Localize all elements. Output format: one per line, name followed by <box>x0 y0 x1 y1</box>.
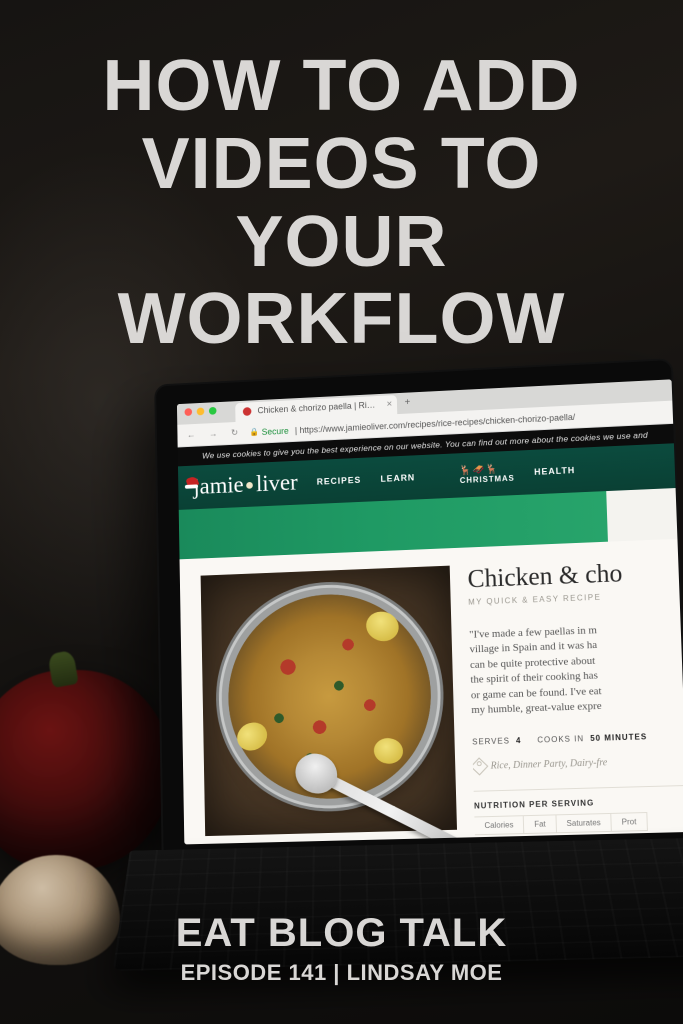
brand-name: EAT BLOG TALK <box>0 911 683 956</box>
cooks-label: COOKS IN <box>537 735 584 745</box>
cooks-value: 50 MINUTES <box>590 733 647 744</box>
site-logo[interactable]: jamie liver <box>191 470 298 500</box>
recipe-title: Chicken & cho <box>467 556 679 594</box>
headline-line-2: VIDEOS TO YOUR <box>40 126 643 282</box>
tab-title: Chicken & chorizo paella | Ri… <box>257 400 375 415</box>
nav-learn[interactable]: LEARN <box>380 473 415 484</box>
nav-recipes[interactable]: RECIPES <box>317 475 362 487</box>
nutrition-cell: Fat <box>523 815 557 835</box>
close-tab-icon[interactable]: × <box>386 399 392 410</box>
logo-text-1: jamie <box>193 472 244 500</box>
headline-line-3: WORKFLOW <box>40 281 643 359</box>
lemon-wedge-icon <box>232 717 271 755</box>
recipe-page: Chicken & cho MY QUICK & EASY RECIPE "I'… <box>180 539 683 845</box>
laptop-screen-bezel: Chicken & chorizo paella | Ri… × + ← → ↻… <box>154 358 683 862</box>
logo-dot-icon <box>246 481 253 488</box>
nutrition-cell: Saturates <box>555 813 612 833</box>
nutrition-heading: NUTRITION PER SERVING <box>474 796 683 811</box>
recipe-tags[interactable]: Rice, Dinner Party, Dairy-fre <box>473 754 683 773</box>
lemon-wedge-icon <box>372 736 405 765</box>
paella-pan <box>227 591 434 802</box>
divider <box>474 785 683 792</box>
nutrition-table: Calories Fat Saturates Prot <box>474 811 683 835</box>
minimize-window-icon[interactable] <box>197 408 205 416</box>
recipe-meta: SERVES 4 COOKS IN 50 MINUTES <box>472 732 683 747</box>
promo-graphic: HOW TO ADD VIDEOS TO YOUR WORKFLOW Chick… <box>0 0 683 1024</box>
footer: EAT BLOG TALK EPISODE 141 | LINDSAY MOE <box>0 911 683 986</box>
nav-christmas[interactable]: 🦌🛷🦌 CHRISTMAS <box>459 463 515 485</box>
maximize-window-icon[interactable] <box>209 407 217 415</box>
lock-icon: 🔒 <box>249 427 259 436</box>
recipe-photo <box>201 566 457 836</box>
episode-line: EPISODE 141 | LINDSAY MOE <box>0 960 683 986</box>
spoon-icon <box>314 768 467 844</box>
nutrition-cell: Prot <box>610 812 647 832</box>
tag-icon <box>470 758 488 776</box>
lemon-wedge-icon <box>362 608 402 646</box>
headline: HOW TO ADD VIDEOS TO YOUR WORKFLOW <box>0 48 683 359</box>
logo-text-2: liver <box>256 470 298 498</box>
nav-health[interactable]: HEALTH <box>534 465 575 477</box>
nutrition-cell: Calories <box>473 816 524 836</box>
serves-value: 4 <box>516 736 522 745</box>
serves-label: SERVES <box>472 737 510 747</box>
window-controls[interactable] <box>185 407 217 416</box>
recipe-tags-text: Rice, Dinner Party, Dairy-fre <box>490 758 607 772</box>
new-tab-icon[interactable]: + <box>405 397 411 408</box>
laptop-screen: Chicken & chorizo paella | Ri… × + ← → ↻… <box>177 379 683 844</box>
nav-back-forward-icons[interactable]: ← → ↻ <box>187 427 244 440</box>
recipe-intro-quote: "I've made a few paellas in m village in… <box>469 620 683 718</box>
close-window-icon[interactable] <box>185 408 193 416</box>
secure-label: Secure <box>262 426 289 437</box>
headline-line-1: HOW TO ADD <box>40 48 643 126</box>
recipe-text-column: Chicken & cho MY QUICK & EASY RECIPE "I'… <box>467 556 683 837</box>
nav-christmas-label: CHRISTMAS <box>460 474 515 485</box>
favicon-icon <box>243 407 252 416</box>
